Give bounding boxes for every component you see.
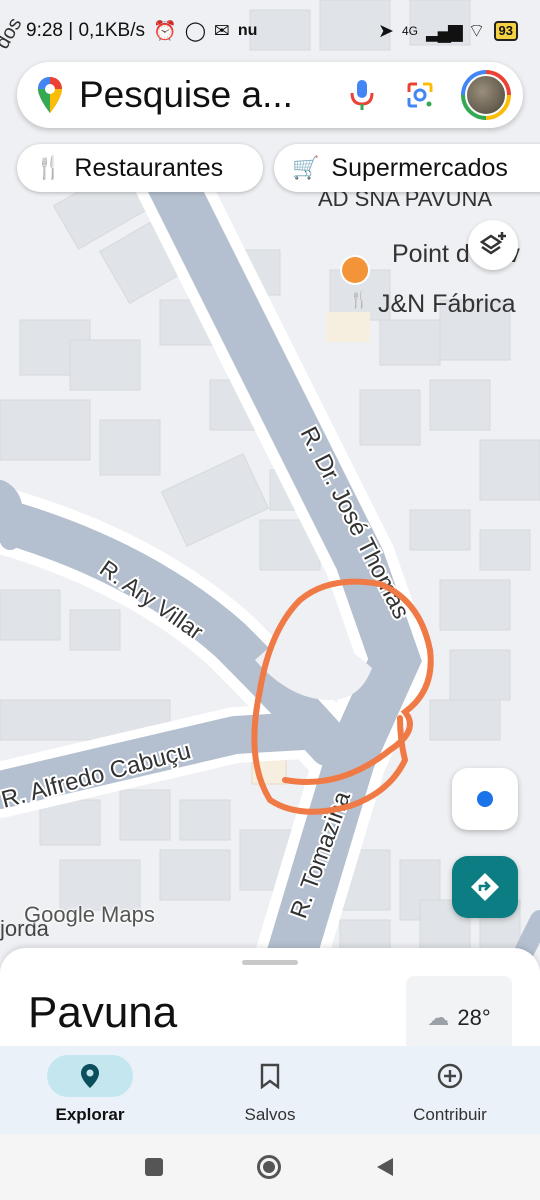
layers-icon bbox=[479, 232, 506, 255]
weather-temperature: 28° bbox=[457, 1005, 491, 1030]
avatar[interactable] bbox=[461, 70, 511, 120]
microphone-icon[interactable] bbox=[347, 78, 377, 112]
beige-lot-2 bbox=[326, 312, 370, 342]
nav-contribuir-pill bbox=[407, 1055, 493, 1097]
google-maps-watermark: Google Maps bbox=[24, 902, 155, 927]
lens-camera-icon[interactable] bbox=[405, 80, 435, 110]
pin-icon bbox=[81, 1064, 99, 1088]
location-arrow-icon: ➤ bbox=[378, 20, 394, 42]
directions-button[interactable] bbox=[452, 856, 518, 918]
system-navigation-bar bbox=[0, 1134, 540, 1200]
my-location-button[interactable] bbox=[452, 768, 518, 830]
status-bar: 9:28 | 0,1KB/s ⏰ ◯ ✉ nu ➤ 4G ▂▄▆ ⌔ 93 bbox=[0, 0, 540, 62]
nav-salvos-pill bbox=[227, 1055, 313, 1097]
restaurant-pin-icon bbox=[340, 255, 371, 285]
network-label: 4G bbox=[401, 24, 418, 38]
status-time-speed: 9:28 | 0,1KB/s bbox=[26, 20, 146, 41]
gmail-icon: ✉ bbox=[213, 20, 230, 42]
layers-button[interactable] bbox=[468, 220, 518, 270]
signal-icon: ▂▄▆ bbox=[425, 20, 463, 42]
cloud-icon: ☁ bbox=[427, 1005, 450, 1030]
fork-knife-icon: 🍴 bbox=[35, 155, 63, 180]
nav-explorar-label: Explorar bbox=[55, 1105, 125, 1124]
nav-contribuir-label: Contribuir bbox=[413, 1105, 487, 1124]
chip-restaurantes[interactable]: 🍴 Restaurantes bbox=[17, 144, 263, 192]
maps-pin-logo-icon bbox=[38, 77, 62, 113]
chip-restaurantes-label: Restaurantes bbox=[74, 153, 224, 182]
nu-icon: nu bbox=[237, 22, 258, 39]
cart-icon: 🛒 bbox=[292, 155, 320, 180]
recents-square-icon[interactable] bbox=[145, 1158, 163, 1176]
search-bar[interactable]: Pesquise a... bbox=[17, 62, 523, 128]
avatar-photo bbox=[465, 74, 507, 116]
search-input[interactable]: Pesquise a... bbox=[79, 74, 347, 116]
poi-label-jn[interactable]: J&N Fábrica bbox=[378, 290, 516, 318]
nav-explorar[interactable]: Explorar bbox=[0, 1046, 180, 1134]
blue-dot-icon bbox=[477, 791, 493, 807]
chip-supermercados[interactable]: 🛒 Supermercados bbox=[274, 144, 540, 192]
nav-contribuir[interactable]: Contribuir bbox=[360, 1046, 540, 1134]
plus-circle-icon bbox=[437, 1063, 463, 1089]
place-title: Pavuna bbox=[28, 988, 178, 1037]
sheet-drag-handle[interactable] bbox=[242, 960, 298, 965]
chip-supermercados-label: Supermercados bbox=[331, 153, 508, 182]
svg-text:🍴: 🍴 bbox=[349, 290, 369, 309]
home-circle-icon[interactable] bbox=[257, 1155, 281, 1179]
nav-salvos-label: Salvos bbox=[244, 1105, 296, 1124]
nav-explorar-pill bbox=[47, 1055, 133, 1097]
nav-salvos[interactable]: Salvos bbox=[180, 1046, 360, 1134]
wifi-icon: ⌔ bbox=[467, 21, 486, 42]
bookmark-icon bbox=[260, 1063, 280, 1089]
bottom-navigation: Explorar Salvos Contribuir bbox=[0, 1046, 540, 1134]
alarm-icon: ⏰ bbox=[153, 21, 177, 42]
directions-icon bbox=[471, 873, 499, 901]
back-triangle-icon[interactable] bbox=[375, 1156, 395, 1178]
battery-level: 93 bbox=[493, 21, 518, 41]
whatsapp-icon: ◯ bbox=[184, 20, 206, 42]
